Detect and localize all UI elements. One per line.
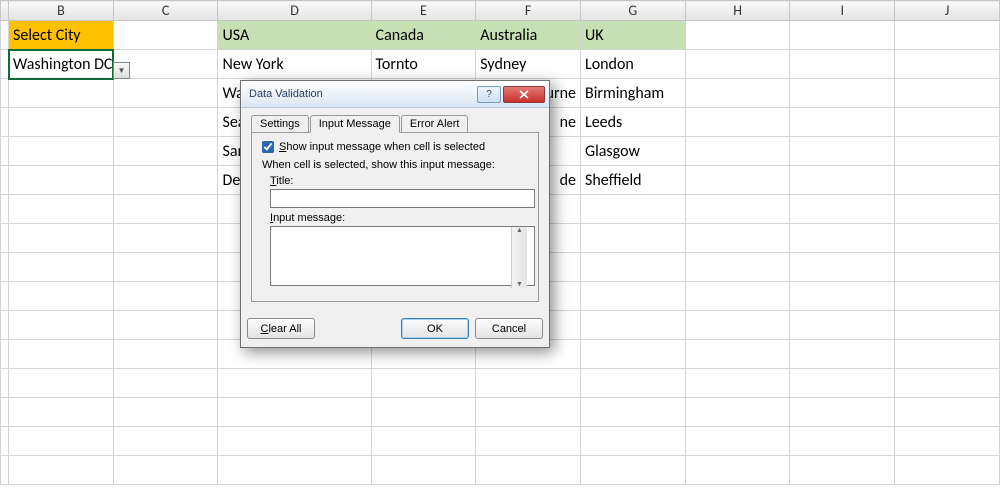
dialog-button-row: Clear All OK Cancel	[241, 310, 549, 347]
ok-button[interactable]: OK	[401, 318, 469, 339]
col-header-D[interactable]: D	[218, 1, 371, 21]
cell-H2[interactable]	[685, 50, 790, 79]
tab-error-alert[interactable]: Error Alert	[401, 115, 469, 133]
input-message-label: Input message:	[270, 212, 528, 224]
cell-F2[interactable]: Sydney	[476, 50, 581, 79]
cell-J1[interactable]	[895, 21, 1000, 50]
col-header-E[interactable]: E	[371, 1, 476, 21]
dropdown-arrow-icon[interactable]: ▼	[113, 62, 130, 79]
close-icon	[519, 90, 529, 99]
show-message-checkbox[interactable]	[262, 141, 274, 153]
cancel-button[interactable]: Cancel	[475, 318, 543, 339]
col-header-I[interactable]: I	[790, 1, 895, 21]
col-header-H[interactable]: H	[685, 1, 790, 21]
tab-panel-input-message: Show input message when cell is selected…	[251, 132, 539, 302]
show-message-label: Show input message when cell is selected	[279, 141, 485, 153]
title-input[interactable]	[270, 189, 535, 208]
cell-F1[interactable]: Australia	[476, 21, 581, 50]
cell-G6[interactable]: Sheffield	[580, 166, 685, 195]
title-label: Title:	[270, 175, 528, 187]
help-icon: ?	[486, 89, 492, 100]
scroll-up-icon: ▲	[516, 227, 523, 234]
cell-C1[interactable]	[113, 21, 218, 50]
when-selected-label: When cell is selected, show this input m…	[262, 159, 528, 171]
cell-G3[interactable]: Birmingham	[580, 79, 685, 108]
cell-G1[interactable]: UK	[580, 21, 685, 50]
dialog-tabs: Settings Input Message Error Alert	[251, 115, 539, 133]
col-header-C[interactable]: C	[113, 1, 218, 21]
input-message-textarea[interactable]	[270, 226, 535, 286]
scroll-down-icon: ▼	[516, 281, 523, 288]
show-message-checkbox-row[interactable]: Show input message when cell is selected	[262, 141, 528, 153]
data-validation-dialog: Data Validation ? Settings Input Message…	[240, 80, 550, 348]
cell-G4[interactable]: Leeds	[580, 108, 685, 137]
col-header-F[interactable]: F	[476, 1, 581, 21]
help-button[interactable]: ?	[477, 86, 501, 103]
cell-B1[interactable]: Select City	[9, 21, 114, 50]
cell-D1[interactable]: USA	[218, 21, 371, 50]
col-header-G[interactable]: G	[580, 1, 685, 21]
cell-G5[interactable]: Glasgow	[580, 137, 685, 166]
dialog-title: Data Validation	[249, 88, 323, 100]
cell-H1[interactable]	[685, 21, 790, 50]
tab-settings[interactable]: Settings	[251, 115, 309, 133]
col-header-J[interactable]: J	[895, 1, 1000, 21]
close-button[interactable]	[503, 86, 545, 103]
cell-E2[interactable]: Tornto	[371, 50, 476, 79]
dialog-titlebar[interactable]: Data Validation ?	[241, 81, 549, 108]
cell-E1[interactable]: Canada	[371, 21, 476, 50]
textarea-scrollbar[interactable]: ▲ ▼	[511, 227, 527, 288]
cell-I1[interactable]	[790, 21, 895, 50]
cell-B2-active[interactable]: Washington DC	[9, 50, 114, 79]
clear-all-button[interactable]: Clear All	[247, 318, 315, 339]
cell-D2[interactable]: New York	[218, 50, 371, 79]
tab-input-message[interactable]: Input Message	[310, 115, 400, 133]
cell-G2[interactable]: London	[580, 50, 685, 79]
col-edge[interactable]	[1, 1, 9, 21]
cell-B3[interactable]	[9, 79, 114, 108]
col-header-B[interactable]: B	[9, 1, 114, 21]
